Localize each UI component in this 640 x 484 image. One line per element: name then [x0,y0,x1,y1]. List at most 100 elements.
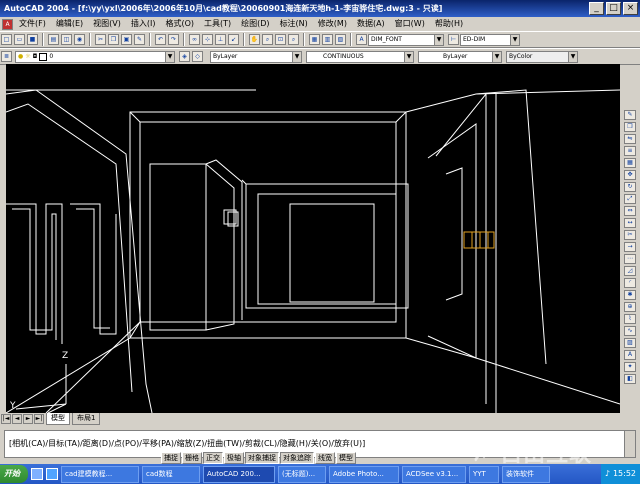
match-properties-icon[interactable]: ✎ [134,34,145,45]
dim-style-icon[interactable]: ⊢ [448,34,459,45]
volume-icon[interactable]: ♪ [605,464,610,484]
tab-layout1[interactable]: 布局1 [72,413,101,425]
menu-tools[interactable]: 工具(T) [199,17,236,31]
polar-toggle[interactable]: 极轴 [224,452,244,464]
otrack-toggle[interactable]: 对象追踪 [280,452,314,464]
start-button[interactable]: 开始 [0,465,28,483]
stretch-icon[interactable]: ⇔ [624,206,636,216]
undo-icon[interactable]: ↶ [155,34,166,45]
erase-icon[interactable]: ✎ [624,110,636,120]
object-snap-icon[interactable]: ⊹ [202,34,213,45]
task-photoshop[interactable]: Adobe Photo... [329,465,399,483]
menu-help[interactable]: 帮助(H) [430,17,468,31]
tab-next-icon[interactable]: ► [23,414,33,424]
tab-first-icon[interactable]: |◄ [1,414,11,424]
task-yyt[interactable]: YYT [469,465,499,483]
text-edit-icon[interactable]: A [624,350,636,360]
task-untitled[interactable]: (无标题)... [278,465,326,483]
text-style-select[interactable]: DIM_FONT ▼ [368,33,444,46]
quicklaunch-desktop-icon[interactable] [31,468,43,480]
menu-draw[interactable]: 绘图(D) [236,17,274,31]
mirror-icon[interactable]: ⇋ [624,134,636,144]
block-edit-icon[interactable]: ◧ [624,374,636,384]
tab-last-icon[interactable]: ►| [34,414,44,424]
pedit-icon[interactable]: ⌇ [624,314,636,324]
layer-manager-icon[interactable]: ≣ [1,51,12,62]
layer-select[interactable]: ● ☼ ◘ 0 ▼ [15,50,175,63]
save-icon[interactable]: ■ [27,34,38,45]
join-icon[interactable]: ⊕ [624,302,636,312]
menu-data[interactable]: 数据(A) [352,17,390,31]
paste-icon[interactable]: ▣ [121,34,132,45]
lengthen-icon[interactable]: ↔ [624,218,636,228]
scale-icon[interactable]: ⤢ [624,194,636,204]
dim-style-select[interactable]: ED-DIM ▼ [460,33,520,46]
move-icon[interactable]: ✥ [624,170,636,180]
drawing-viewport[interactable]: Z Y [5,64,621,414]
color-select[interactable]: ByLayer ▼ [210,50,302,63]
redo-icon[interactable]: ↷ [168,34,179,45]
ucs-icon[interactable]: ⊥ [215,34,226,45]
tab-prev-icon[interactable]: ◄ [12,414,22,424]
pan-icon[interactable]: ✋ [249,34,260,45]
extend-icon[interactable]: → [624,242,636,252]
dropdown-arrow-icon[interactable]: ▼ [568,51,578,62]
print-icon[interactable]: ▤ [48,34,59,45]
trim-icon[interactable]: ✂ [624,230,636,240]
text-style-icon[interactable]: A [356,34,367,45]
make-current-layer-icon[interactable]: ◈ [179,51,190,62]
cut-icon[interactable]: ✂ [95,34,106,45]
fillet-icon[interactable]: ◜ [624,278,636,288]
ortho-toggle[interactable]: 正交 [203,452,223,464]
task-cad-course[interactable]: cad数程 [142,465,200,483]
ucs-previous-icon[interactable]: ↙ [228,34,239,45]
copy-icon[interactable]: ❐ [108,34,119,45]
menu-insert[interactable]: 插入(I) [126,17,161,31]
tab-model[interactable]: 模型 [46,413,70,425]
dropdown-arrow-icon[interactable]: ▼ [404,51,414,62]
dropdown-arrow-icon[interactable]: ▼ [492,51,502,62]
menu-format[interactable]: 格式(O) [160,17,199,31]
task-acdsee[interactable]: ACDSee v3.1... [402,465,466,483]
properties-icon[interactable]: ▦ [309,34,320,45]
zoom-previous-icon[interactable]: ⌕ [288,34,299,45]
tool-palettes-icon[interactable]: ▧ [335,34,346,45]
hyperlink-icon[interactable]: ∞ [189,34,200,45]
grid-toggle[interactable]: 栅格 [182,452,202,464]
plotstyle-select[interactable]: ByColor ▼ [506,50,578,63]
break-icon[interactable]: ⋯ [624,254,636,264]
zoom-window-icon[interactable]: ⊡ [275,34,286,45]
menu-dimension[interactable]: 标注(N) [275,17,313,31]
attribute-edit-icon[interactable]: ✦ [624,362,636,372]
dropdown-arrow-icon[interactable]: ▼ [165,51,175,62]
menu-view[interactable]: 视图(V) [88,17,126,31]
print-preview-icon[interactable]: ◫ [61,34,72,45]
dropdown-arrow-icon[interactable]: ▼ [510,34,520,45]
publish-icon[interactable]: ◉ [74,34,85,45]
minimize-button[interactable]: _ [589,2,604,15]
model-toggle[interactable]: 模型 [336,452,356,464]
lineweight-toggle[interactable]: 线宽 [315,452,335,464]
task-autocad[interactable]: AutoCAD 200... [203,465,275,483]
menu-edit[interactable]: 编辑(E) [51,17,88,31]
offset-icon[interactable]: ≡ [624,146,636,156]
array-icon[interactable]: ▦ [624,158,636,168]
osnap-toggle[interactable]: 对象捕捉 [245,452,279,464]
maximize-button[interactable]: □ [606,2,621,15]
clock[interactable]: 15:52 [613,464,636,484]
hatch-edit-icon[interactable]: ▨ [624,338,636,348]
linetype-select[interactable]: CONTINUOUS ▼ [306,50,414,63]
menu-window[interactable]: 窗口(W) [390,17,430,31]
rotate-icon[interactable]: ↻ [624,182,636,192]
menu-modify[interactable]: 修改(M) [313,17,352,31]
new-file-icon[interactable]: □ [1,34,12,45]
lineweight-select[interactable]: ByLayer ▼ [418,50,502,63]
copy-object-icon[interactable]: ❐ [624,122,636,132]
snap-toggle[interactable]: 捕捉 [161,452,181,464]
chamfer-icon[interactable]: ◿ [624,266,636,276]
task-cad-tutorial[interactable]: cad建模教程... [61,465,139,483]
explode-icon[interactable]: ✱ [624,290,636,300]
task-decor-software[interactable]: 装饰软件 [502,465,550,483]
autocad-app-icon[interactable]: A [2,18,13,30]
layer-previous-icon[interactable]: ◇ [192,51,203,62]
